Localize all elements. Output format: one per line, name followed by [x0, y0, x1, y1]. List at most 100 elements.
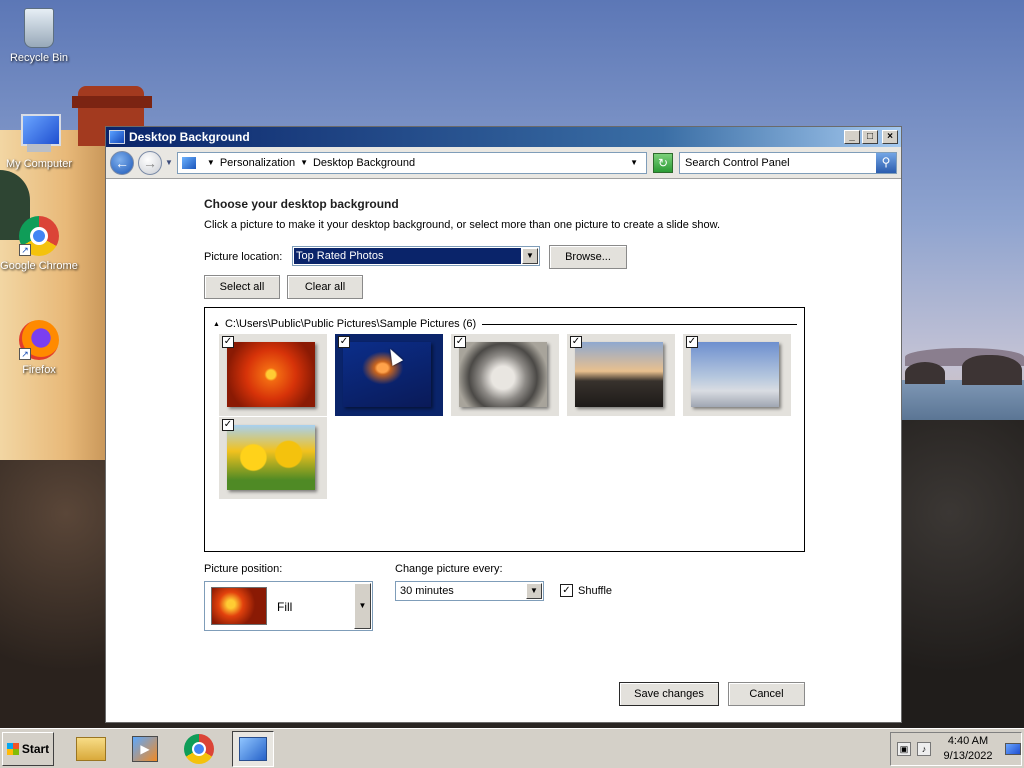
koala-image [459, 342, 547, 407]
desktop-icon-label: Firefox [22, 364, 56, 376]
chevron-down-icon[interactable]: ▼ [522, 248, 538, 264]
address-bar[interactable]: ▼ Personalization ▼ Desktop Background ▼ [176, 151, 647, 174]
windows-logo-icon [6, 742, 19, 755]
control-panel-icon [109, 130, 125, 144]
clock-date: 9/13/2022 [943, 750, 993, 762]
title-bar[interactable]: Desktop Background _ □ × [106, 127, 901, 147]
picture-thumbnail-jellyfish[interactable]: ✓ [335, 334, 443, 416]
media-player-icon: ▶ [132, 735, 158, 762]
start-button[interactable]: Start [2, 731, 54, 766]
forward-button[interactable]: → [138, 150, 162, 175]
show-desktop-icon[interactable] [1005, 743, 1021, 755]
taskbar-item-media-player[interactable]: ▶ [124, 731, 166, 767]
picture-thumbnail-penguins[interactable]: ✓ [683, 334, 791, 416]
minimize-button[interactable]: _ [844, 130, 860, 144]
flower-image [227, 342, 315, 407]
picture-checkbox[interactable]: ✓ [686, 336, 698, 348]
collapse-icon[interactable]: ▲ [213, 321, 220, 328]
folder-icon [76, 736, 106, 761]
taskbar-item-chrome[interactable] [178, 731, 220, 767]
divider [482, 323, 797, 325]
taskbar-item-explorer[interactable] [70, 731, 112, 767]
chrome-icon-wrap: ↗ [19, 216, 59, 256]
breadcrumb-separator-icon[interactable]: ▼ [207, 158, 215, 167]
taskbar: Start ▶ ▣ ♪ 4:40 AM 9/13/2022 [0, 728, 1024, 768]
recent-pages-dropdown[interactable]: ▼ [165, 158, 173, 167]
change-interval-value: 30 minutes [400, 585, 454, 597]
position-preview-image [211, 587, 267, 625]
breadcrumb-personalization[interactable]: Personalization [220, 157, 295, 169]
wallpaper-lighthouse-roof [72, 96, 152, 108]
navigation-bar: ← → ▼ ▼ Personalization ▼ Desktop Backgr… [106, 147, 901, 179]
refresh-button[interactable]: ↻ [653, 152, 673, 173]
picture-checkbox[interactable]: ✓ [338, 336, 350, 348]
penguins-image [691, 342, 779, 407]
desktop-background-window: Desktop Background _ □ × ← → ▼ ▼ Persona… [105, 126, 902, 723]
shortcut-arrow-icon: ↗ [19, 244, 31, 256]
picture-position-value: Fill [277, 600, 293, 614]
picture-checkbox[interactable]: ✓ [222, 336, 234, 348]
save-changes-button[interactable]: Save changes [619, 682, 719, 706]
desktop-icon-google-chrome[interactable]: ↗ Google Chrome [0, 216, 78, 272]
gallery-group-header[interactable]: ▲ C:\Users\Public\Public Pictures\Sample… [213, 318, 797, 330]
shuffle-option[interactable]: ✓ Shuffle [560, 584, 612, 597]
chevron-down-icon[interactable]: ▼ [526, 583, 542, 599]
desktop-icon-label: Recycle Bin [9, 52, 69, 64]
search-icon[interactable]: ⚲ [876, 152, 896, 173]
tulips-image [227, 425, 315, 490]
chevron-down-icon[interactable]: ▼ [354, 583, 371, 629]
chrome-icon [184, 733, 214, 764]
breadcrumb-desktop-background[interactable]: Desktop Background [313, 157, 415, 169]
start-label: Start [21, 741, 50, 756]
taskbar-item-control-panel[interactable] [232, 730, 274, 767]
back-button[interactable]: ← [110, 150, 134, 175]
wallpaper-rocks [900, 420, 1024, 728]
shuffle-label: Shuffle [578, 584, 613, 597]
search-box[interactable]: Search Control Panel ⚲ [679, 151, 897, 174]
desktop-icon-my-computer[interactable]: My Computer [0, 114, 78, 170]
system-tray: ▣ ♪ 4:40 AM 9/13/2022 [890, 732, 1022, 766]
wallpaper-island [962, 355, 1022, 385]
desktop-icon-label: Google Chrome [0, 260, 78, 272]
address-dropdown-icon[interactable]: ▼ [630, 158, 638, 167]
volume-icon[interactable]: ♪ [917, 742, 931, 756]
desktop-icon-firefox[interactable]: ↗ Firefox [0, 320, 78, 376]
picture-thumbnail-tulips[interactable]: ✓ [219, 417, 327, 499]
lighthouse-image [575, 342, 663, 407]
control-panel-icon [181, 156, 196, 169]
page-description: Click a picture to make it your desktop … [204, 219, 721, 231]
cancel-button[interactable]: Cancel [728, 682, 805, 706]
window-title: Desktop Background [129, 130, 250, 144]
desktop-icon-recycle-bin[interactable]: Recycle Bin [0, 8, 78, 64]
search-input[interactable]: Search Control Panel [685, 157, 876, 169]
picture-gallery: ▲ C:\Users\Public\Public Pictures\Sample… [204, 307, 805, 552]
desktop-icon-label: My Computer [5, 158, 73, 170]
breadcrumb-separator-icon[interactable]: ▼ [300, 158, 308, 167]
clock-time: 4:40 AM [947, 735, 989, 747]
recycle-bin-icon [24, 8, 54, 48]
firefox-icon-wrap: ↗ [19, 320, 59, 360]
clear-all-button[interactable]: Clear all [287, 275, 363, 299]
change-interval-select[interactable]: 30 minutes ▼ [395, 581, 544, 601]
wallpaper-island [905, 362, 945, 384]
picture-location-value: Top Rated Photos [294, 248, 521, 264]
maximize-button[interactable]: □ [862, 130, 878, 144]
picture-thumbnail-koala[interactable]: ✓ [451, 334, 559, 416]
picture-thumbnail-flower[interactable]: ✓ [219, 334, 327, 416]
network-icon[interactable]: ▣ [897, 742, 911, 756]
picture-thumbnail-lighthouse[interactable]: ✓ [567, 334, 675, 416]
picture-checkbox[interactable]: ✓ [454, 336, 466, 348]
clock[interactable]: 4:40 AM 9/13/2022 [937, 734, 999, 764]
control-panel-icon [239, 736, 267, 761]
wallpaper-cliff [0, 460, 110, 728]
picture-location-label: Picture location: [204, 251, 283, 263]
picture-location-select[interactable]: Top Rated Photos ▼ [292, 246, 540, 266]
shuffle-checkbox[interactable]: ✓ [560, 584, 573, 597]
picture-checkbox[interactable]: ✓ [222, 419, 234, 431]
picture-checkbox[interactable]: ✓ [570, 336, 582, 348]
close-button[interactable]: × [882, 130, 898, 144]
shortcut-arrow-icon: ↗ [19, 348, 31, 360]
browse-button[interactable]: Browse... [549, 245, 627, 269]
select-all-button[interactable]: Select all [204, 275, 280, 299]
picture-position-select[interactable]: Fill ▼ [204, 581, 373, 631]
